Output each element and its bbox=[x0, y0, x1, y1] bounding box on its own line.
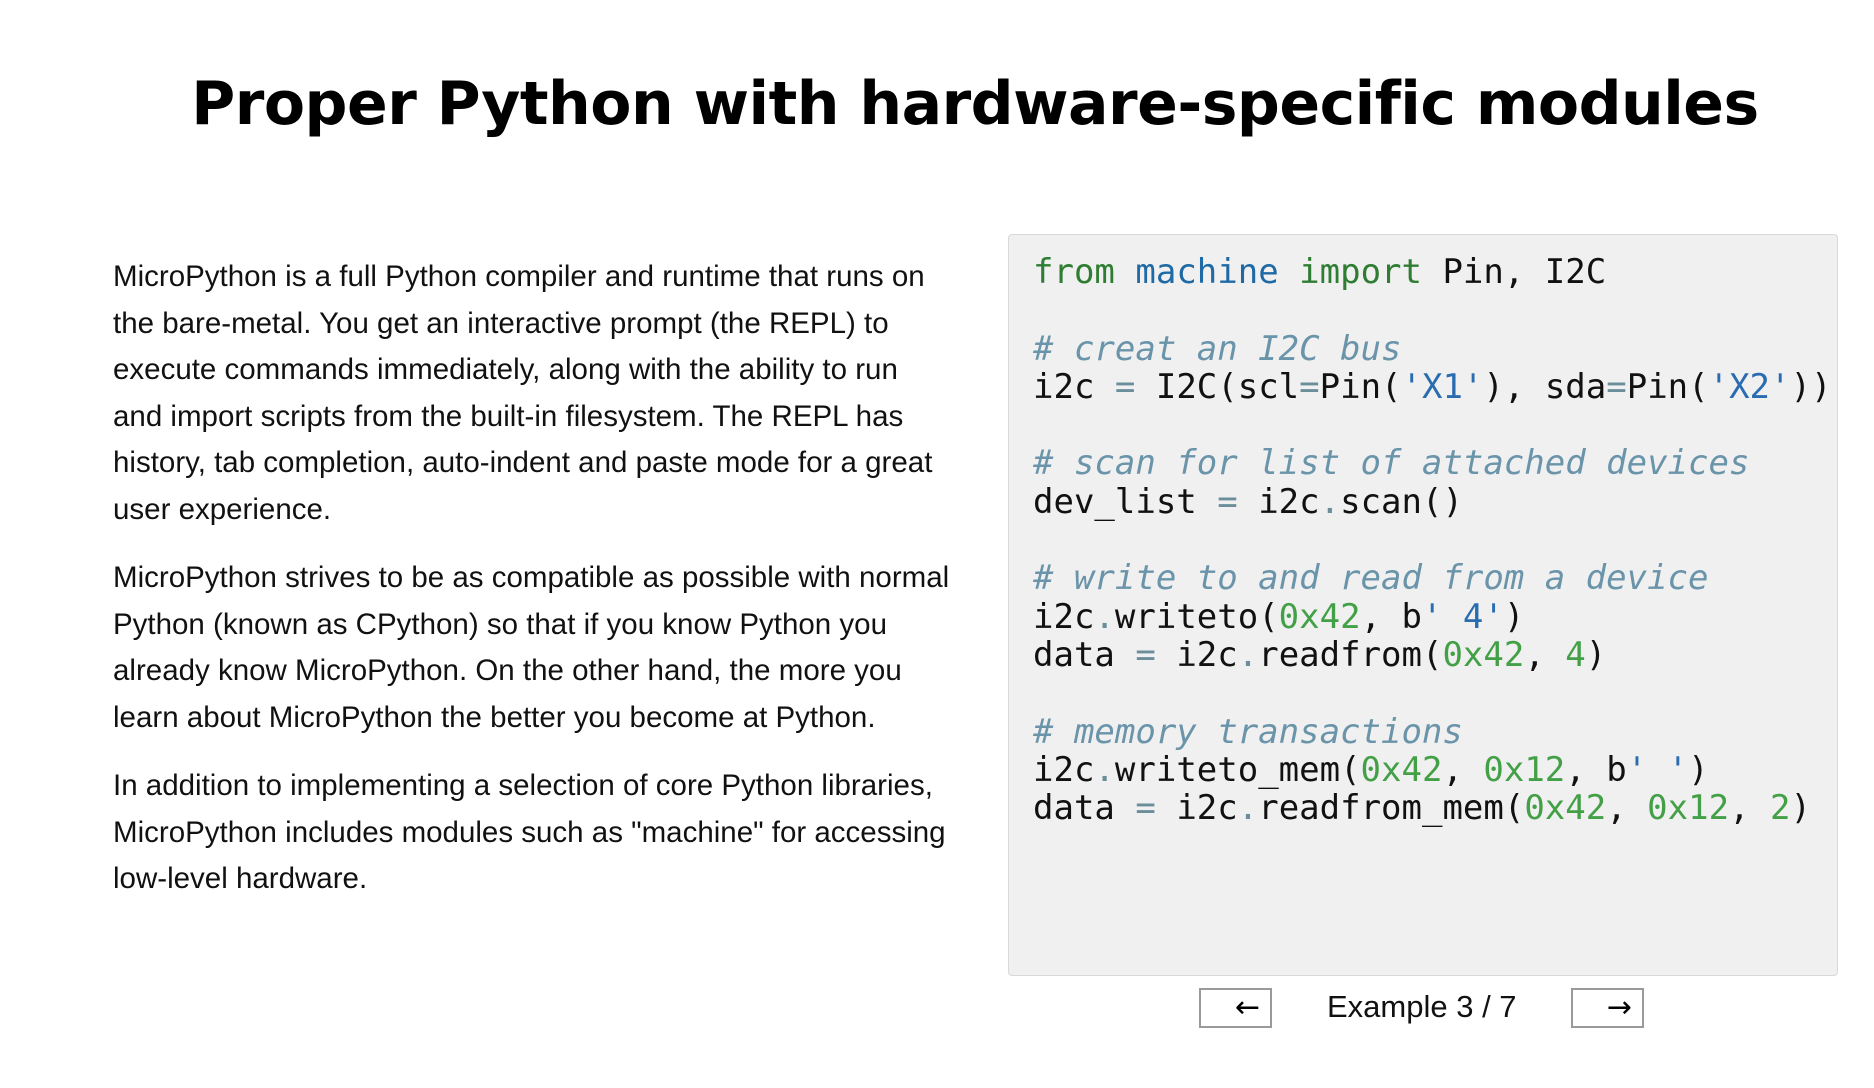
code-token: i2c bbox=[1155, 634, 1238, 675]
code-token: 0x42 bbox=[1442, 634, 1525, 675]
code-token: data bbox=[1033, 788, 1136, 829]
code-token: i2c bbox=[1033, 366, 1115, 407]
arrow-right-icon: → bbox=[1606, 990, 1632, 1025]
code-token: . bbox=[1237, 788, 1259, 829]
code-token: ) bbox=[1688, 749, 1709, 790]
code-token: ' 4' bbox=[1421, 596, 1504, 637]
code-token: . bbox=[1094, 749, 1115, 790]
code-token: ) bbox=[1790, 788, 1811, 829]
code-token: # scan for list of attached devices bbox=[1033, 443, 1750, 484]
code-line: from machine import Pin, I2C bbox=[1033, 253, 1831, 291]
code-token: from bbox=[1033, 252, 1115, 292]
code-token: # memory transactions bbox=[1033, 711, 1463, 752]
code-token: # write to and read from a device bbox=[1033, 558, 1709, 599]
code-token: 4 bbox=[1565, 634, 1586, 675]
code-token: )) bbox=[1790, 366, 1832, 407]
code-token: = bbox=[1135, 788, 1156, 829]
code-token: writeto_mem( bbox=[1114, 749, 1361, 790]
code-token: 0x12 bbox=[1483, 749, 1566, 790]
code-line: dev_list = i2c.scan() bbox=[1033, 483, 1831, 521]
description-paragraph: MicroPython is a full Python compiler an… bbox=[113, 260, 933, 526]
code-token: i2c bbox=[1155, 788, 1238, 829]
code-line: # write to and read from a device bbox=[1033, 559, 1831, 597]
code-token: scan() bbox=[1340, 481, 1463, 522]
code-token: dev_list bbox=[1033, 481, 1218, 522]
code-token: , bbox=[1729, 788, 1771, 829]
code-line: data = i2c.readfrom(0x42, 4) bbox=[1033, 636, 1831, 674]
code-token: 0x42 bbox=[1524, 788, 1607, 829]
code-line: i2c.writeto(0x42, b' 4') bbox=[1033, 598, 1831, 636]
code-token: 'X1' bbox=[1401, 366, 1484, 407]
code-token: , b bbox=[1360, 596, 1422, 637]
code-token: Pin, I2C bbox=[1421, 252, 1607, 292]
code-token: Pin( bbox=[1319, 366, 1402, 407]
code-token: i2c bbox=[1237, 481, 1320, 522]
code-token: 0x12 bbox=[1647, 788, 1730, 829]
code-token: 0x42 bbox=[1278, 596, 1361, 637]
code-block: from machine import Pin, I2C # creat an … bbox=[1033, 253, 1831, 827]
code-token: . bbox=[1094, 596, 1115, 637]
example-pager: ← Example 3 / 7 → bbox=[0, 982, 1874, 1032]
next-example-button[interactable]: → bbox=[1571, 988, 1644, 1028]
code-token: 2 bbox=[1770, 788, 1791, 829]
code-token: Pin( bbox=[1626, 366, 1709, 407]
code-token: readfrom( bbox=[1258, 634, 1443, 675]
code-line: # memory transactions bbox=[1033, 711, 1831, 752]
code-token: ) bbox=[1503, 596, 1525, 637]
code-token: . bbox=[1319, 481, 1341, 522]
example-counter: Example 3 / 7 bbox=[1327, 989, 1517, 1024]
code-token: i2c bbox=[1033, 749, 1095, 790]
code-token: readfrom_mem( bbox=[1258, 788, 1525, 829]
code-token: , b bbox=[1565, 749, 1627, 790]
code-token: , bbox=[1442, 749, 1484, 790]
description-text: MicroPython is a full Python compiler an… bbox=[113, 254, 953, 925]
code-line: i2c.writeto_mem(0x42, 0x12, b' ') bbox=[1033, 751, 1831, 789]
code-token: = bbox=[1135, 634, 1156, 675]
code-token: i2c bbox=[1033, 596, 1095, 637]
code-token: ), sda bbox=[1483, 366, 1607, 407]
description-paragraph: MicroPython strives to be as compatible … bbox=[113, 561, 950, 734]
code-token: import bbox=[1299, 252, 1422, 292]
description-paragraph: In addition to implementing a selection … bbox=[113, 769, 946, 895]
code-token: # creat an I2C bus bbox=[1033, 328, 1402, 369]
code-token: = bbox=[1114, 366, 1136, 407]
code-line: # scan for list of attached devices bbox=[1033, 444, 1831, 482]
code-token: = bbox=[1606, 366, 1627, 407]
code-line: # creat an I2C bus bbox=[1033, 328, 1831, 369]
code-token: I2C(scl bbox=[1135, 366, 1300, 407]
code-line: i2c = I2C(scl=Pin('X1'), sda=Pin('X2')) bbox=[1033, 368, 1831, 406]
code-token: = bbox=[1217, 481, 1238, 522]
code-token: writeto( bbox=[1114, 596, 1279, 637]
code-line: data = i2c.readfrom_mem(0x42, 0x12, 2) bbox=[1033, 789, 1831, 827]
code-token: 0x42 bbox=[1360, 749, 1443, 790]
code-token: data bbox=[1033, 634, 1136, 675]
page-title: Proper Python with hardware-specific mod… bbox=[191, 69, 1759, 139]
code-example-panel: from machine import Pin, I2C # creat an … bbox=[1008, 234, 1838, 976]
code-token: ' ' bbox=[1626, 749, 1689, 790]
code-token: . bbox=[1237, 634, 1259, 675]
arrow-left-icon: ← bbox=[1234, 990, 1260, 1025]
code-token: , bbox=[1606, 788, 1648, 829]
code-token: machine bbox=[1135, 252, 1279, 292]
code-token: , bbox=[1524, 634, 1566, 675]
code-token: ) bbox=[1585, 634, 1607, 675]
code-token: = bbox=[1299, 366, 1320, 407]
previous-example-button[interactable]: ← bbox=[1199, 988, 1272, 1028]
code-token: 'X2' bbox=[1708, 366, 1791, 407]
